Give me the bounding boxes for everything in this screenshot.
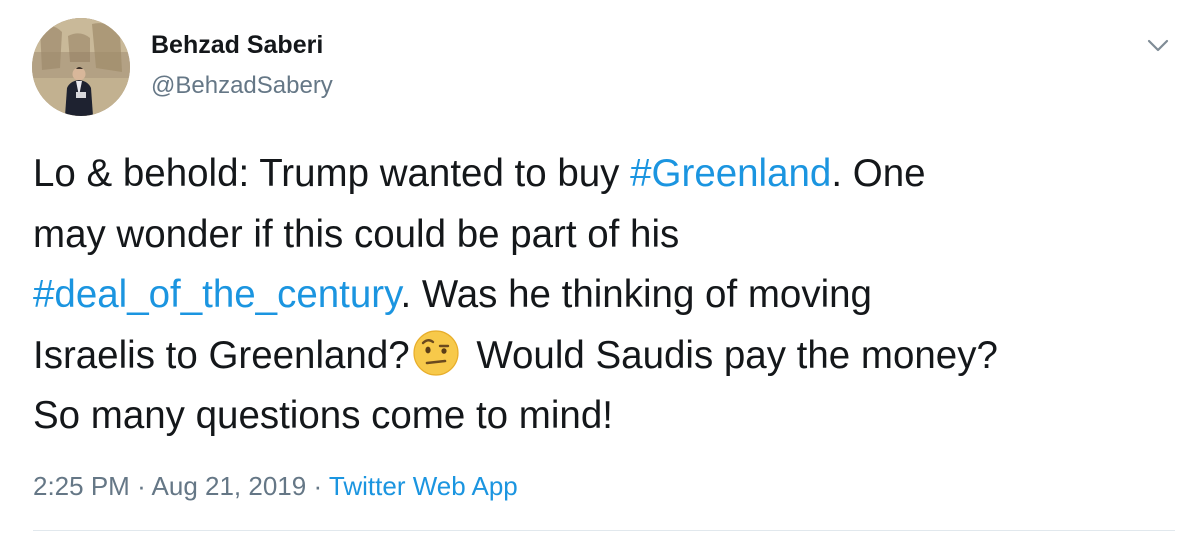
- text-segment: Lo & behold: Trump wanted to buy: [33, 152, 631, 195]
- text-segment: Israelis to Greenland?: [33, 333, 410, 377]
- text-segment: So many questions come to mind!: [33, 394, 613, 437]
- divider: [33, 530, 1175, 531]
- tweet-line: may wonder if this could be part of his: [33, 205, 1183, 266]
- profile-photo-icon: [32, 18, 130, 116]
- text-segment: . Was he thinking of moving: [400, 273, 872, 316]
- text-segment: may wonder if this could be part of his: [33, 212, 680, 256]
- tweet-metadata: 2:25 PM · Aug 21, 2019 · Twitter Web App: [33, 471, 518, 502]
- chevron-down-icon[interactable]: [1141, 28, 1175, 62]
- text-segment: Would Saudis pay the money?: [465, 333, 998, 377]
- separator-dot: ·: [137, 471, 146, 501]
- text-segment: . One: [831, 152, 926, 195]
- source-app-link[interactable]: Twitter Web App: [329, 471, 518, 501]
- tweet-line: Lo & behold: Trump wanted to buy #Greenl…: [33, 144, 1183, 205]
- author-handle[interactable]: @BehzadSabery: [151, 72, 333, 100]
- tweet-text: Lo & behold: Trump wanted to buy #Greenl…: [33, 144, 1183, 447]
- hashtag-greenland-link[interactable]: #Greenland: [630, 152, 831, 195]
- tweet-card: Behzad Saberi @BehzadSabery Lo & behold:…: [0, 0, 1200, 538]
- hashtag-deal-of-the-century-link[interactable]: #deal_of_the_century: [33, 273, 400, 316]
- tweet-line: #deal_of_the_century. Was he thinking of…: [33, 265, 1183, 326]
- tweet-line: Israelis to Greenland? Would Saudis pay …: [33, 326, 1183, 387]
- tweet-line: So many questions come to mind!: [33, 386, 1183, 447]
- author-name[interactable]: Behzad Saberi: [151, 31, 323, 60]
- avatar[interactable]: [32, 18, 130, 116]
- tweet-date-link[interactable]: Aug 21, 2019: [152, 471, 307, 501]
- raised-eyebrow-emoji-icon: [412, 329, 460, 377]
- separator-dot: ·: [313, 471, 323, 501]
- tweet-time-link[interactable]: 2:25 PM: [33, 471, 130, 501]
